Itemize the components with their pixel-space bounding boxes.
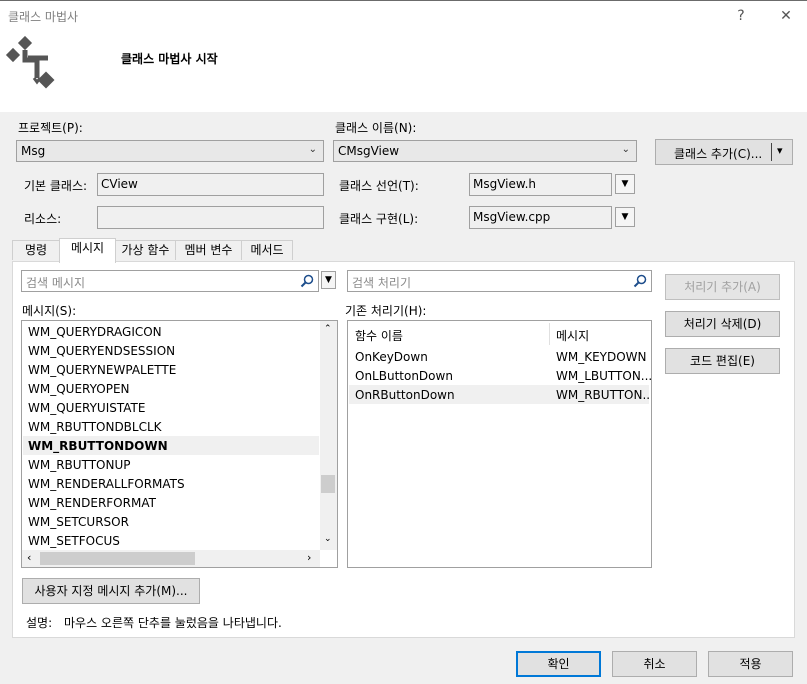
class-name-combo[interactable]: CMsgView ⌄ [333, 140, 637, 162]
ok-button[interactable]: 확인 [516, 651, 601, 677]
handler-func[interactable]: OnKeyDown [355, 350, 428, 364]
handlers-label: 기존 처리기(H): [345, 304, 427, 318]
window-title: 클래스 마법사 [8, 10, 79, 24]
handler-msg[interactable]: WM_KEYDOWN [556, 350, 647, 364]
scroll-left-icon[interactable]: ‹ [27, 551, 31, 564]
base-class-field: CView [97, 173, 324, 196]
list-item[interactable]: WM_SETFOCUS [28, 532, 120, 551]
list-item[interactable]: WM_RENDERFORMAT [28, 494, 156, 513]
add-handler-button[interactable]: 처리기 추가(A) [665, 274, 780, 300]
column-divider [549, 323, 550, 345]
help-button[interactable]: ? [725, 5, 757, 27]
list-item[interactable]: WM_SETCURSOR [28, 513, 129, 532]
horizontal-scroll-thumb[interactable] [40, 552, 195, 565]
wizard-header: 클래스 마법사 시작 [0, 30, 807, 112]
search-icon[interactable] [633, 274, 647, 288]
column-header-message[interactable]: 메시지 [556, 327, 589, 344]
class-name-value: CMsgView [338, 144, 400, 158]
scroll-up-icon[interactable]: ⌃ [324, 324, 332, 334]
messages-list[interactable]: WM_QUERYDRAGICON WM_QUERYENDSESSION WM_Q… [21, 320, 338, 568]
column-header-function[interactable]: 함수 이름 [355, 327, 403, 344]
tab-commands[interactable]: 명령 [12, 240, 60, 260]
class-impl-field[interactable]: MsgView.cpp [469, 206, 612, 229]
tab-messages[interactable]: 메시지 [59, 238, 116, 263]
close-button[interactable]: ✕ [770, 5, 802, 27]
add-custom-message-button[interactable]: 사용자 지정 메시지 추가(M)... [22, 578, 200, 604]
add-class-label: 클래스 추가(C)... [674, 147, 763, 161]
cancel-button[interactable]: 취소 [612, 651, 697, 677]
handler-msg[interactable]: WM_RBUTTON... [556, 388, 651, 402]
tab-methods[interactable]: 메서드 [241, 240, 293, 260]
class-decl-dropdown[interactable]: ▼ [615, 174, 635, 194]
base-class-label: 기본 클래스: [24, 179, 88, 193]
handler-msg[interactable]: WM_LBUTTON... [556, 369, 651, 383]
message-search-placeholder: 검색 메시지 [26, 276, 86, 290]
messages-label: 메시지(S): [22, 304, 77, 318]
list-item[interactable]: WM_RENDERALLFORMATS [28, 475, 185, 494]
handler-search-input[interactable]: 검색 처리기 [347, 270, 652, 292]
list-item[interactable]: WM_RBUTTONUP [28, 456, 130, 475]
base-class-value: CView [101, 177, 138, 191]
tab-member-variables[interactable]: 멤버 변수 [175, 240, 242, 260]
handlers-list[interactable]: 함수 이름 메시지 OnKeyDown WM_KEYDOWN OnLButton… [347, 320, 652, 568]
class-impl-value: MsgView.cpp [473, 210, 551, 224]
scroll-right-icon[interactable]: › [307, 551, 311, 564]
message-search-input[interactable]: 검색 메시지 [21, 270, 319, 292]
list-item-selected[interactable]: WM_RBUTTONDOWN [28, 437, 168, 456]
chevron-down-icon: ⌄ [308, 144, 317, 155]
split-divider [771, 143, 772, 161]
project-value: Msg [21, 144, 46, 158]
chevron-down-icon: ⌄ [621, 144, 630, 155]
resource-label: 리소스: [24, 212, 62, 226]
class-impl-dropdown[interactable]: ▼ [615, 207, 635, 227]
search-icon[interactable] [300, 274, 314, 288]
message-filter-dropdown[interactable]: ▼ [321, 271, 336, 289]
apply-button[interactable]: 적용 [708, 651, 793, 677]
add-class-button[interactable]: 클래스 추가(C)... ▾ [655, 139, 793, 165]
title-bar: 클래스 마법사 ? ✕ [0, 0, 807, 31]
wizard-title: 클래스 마법사 시작 [121, 52, 218, 66]
list-item[interactable]: WM_QUERYNEWPALETTE [28, 361, 176, 380]
class-decl-value: MsgView.h [473, 177, 537, 191]
class-decl-field[interactable]: MsgView.h [469, 173, 612, 196]
list-item[interactable]: WM_QUERYENDSESSION [28, 342, 175, 361]
class-decl-label: 클래스 선언(T): [339, 179, 419, 193]
vertical-scroll-thumb[interactable] [321, 475, 335, 493]
vertical-scrollbar[interactable]: ⌃ ⌄ [320, 321, 337, 550]
class-wizard-diagram-icon [5, 36, 55, 89]
description-label: 설명: [26, 616, 53, 630]
horizontal-scrollbar[interactable]: ‹ › [22, 550, 320, 567]
handler-search-placeholder: 검색 처리기 [352, 276, 412, 290]
delete-handler-button[interactable]: 처리기 삭제(D) [665, 311, 780, 337]
list-item[interactable]: WM_QUERYUISTATE [28, 399, 145, 418]
description-text: 마우스 오른쪽 단추를 눌렀음을 나타냅니다. [64, 616, 282, 630]
project-label: 프로젝트(P): [18, 121, 83, 135]
handler-func[interactable]: OnLButtonDown [355, 369, 453, 383]
list-item[interactable]: WM_QUERYOPEN [28, 380, 130, 399]
handler-func[interactable]: OnRButtonDown [355, 388, 455, 402]
list-item[interactable]: WM_QUERYDRAGICON [28, 323, 162, 342]
chevron-down-icon[interactable]: ▾ [777, 144, 783, 157]
resource-field [97, 206, 324, 229]
list-item[interactable]: WM_RBUTTONDBLCLK [28, 418, 162, 437]
tab-virtual-functions[interactable]: 가상 함수 [115, 240, 176, 260]
class-name-label: 클래스 이름(N): [335, 121, 417, 135]
scroll-down-icon[interactable]: ⌄ [324, 534, 332, 544]
project-combo[interactable]: Msg ⌄ [16, 140, 324, 162]
class-impl-label: 클래스 구현(L): [339, 212, 419, 226]
edit-code-button[interactable]: 코드 편집(E) [665, 348, 780, 374]
